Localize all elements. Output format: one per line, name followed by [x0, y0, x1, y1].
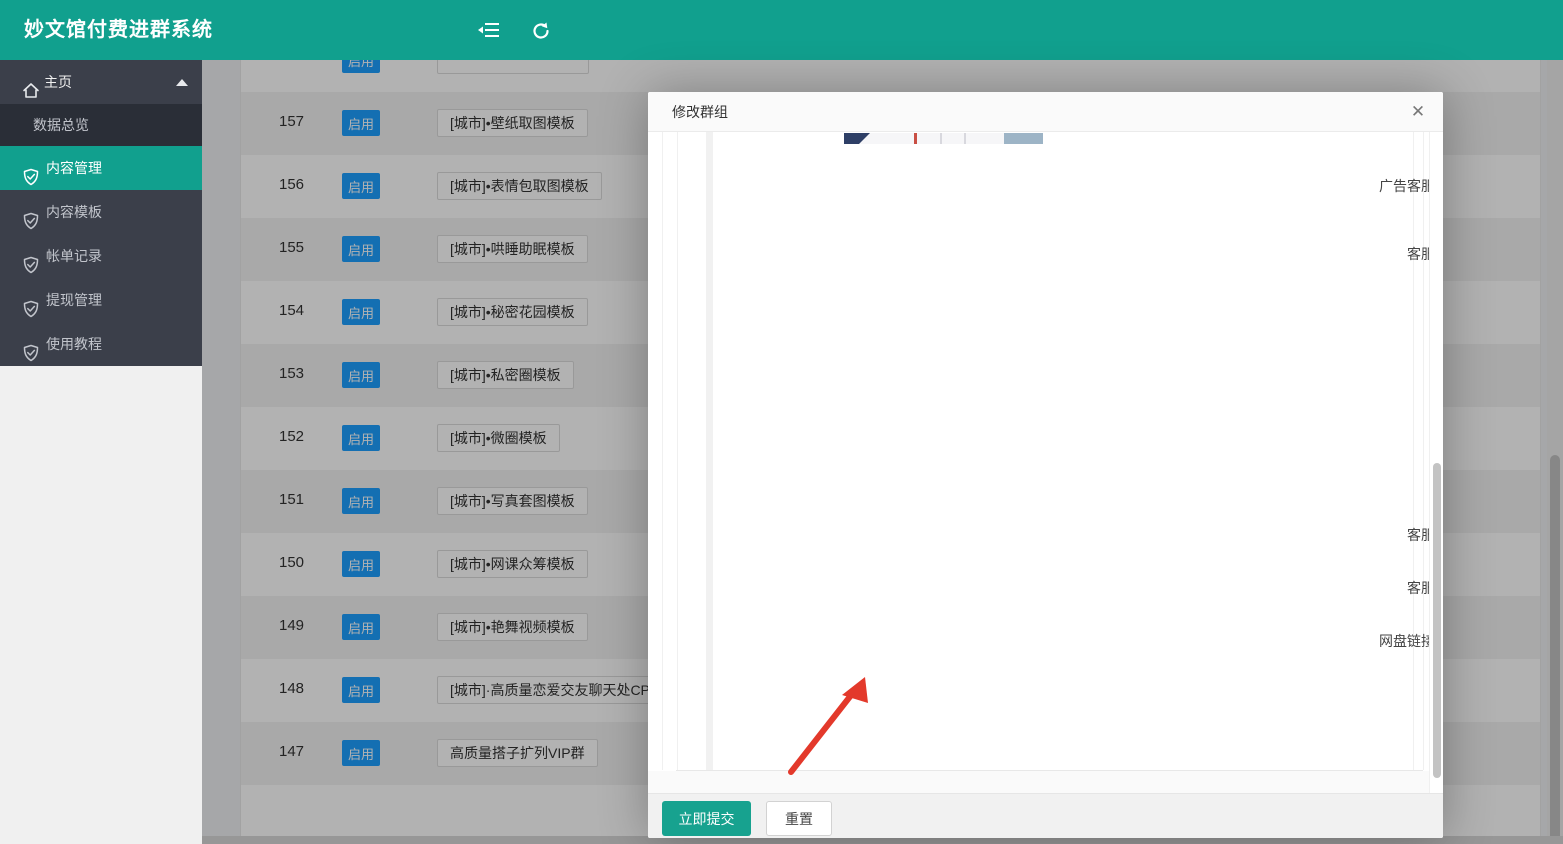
modal-title: 修改群组 [672, 92, 728, 132]
sidebar-item-主页[interactable]: 主页 [0, 60, 202, 104]
inner-panel-footer-gap [648, 771, 1443, 793]
refresh-icon[interactable] [531, 21, 553, 39]
collapse-menu-icon[interactable] [478, 21, 500, 39]
close-icon[interactable]: ✕ [1407, 101, 1429, 123]
modal-scrollbar-thumb[interactable] [1433, 463, 1441, 778]
app-header: 妙文馆付费进群系统 [0, 0, 1563, 60]
sidebar-item-使用教程[interactable]: 使用教程 [0, 322, 202, 366]
sidebar-item-内容管理[interactable]: 内容管理 [0, 146, 202, 190]
reset-button[interactable]: 重置 [766, 801, 832, 836]
shield-check-icon [22, 203, 40, 221]
modal-titlebar: 修改群组 ✕ [648, 92, 1443, 132]
sidebar-item-label: 内容管理 [46, 146, 102, 190]
edit-group-modal: 修改群组 ✕ [648, 92, 1443, 838]
sidebar-item-帐单记录[interactable]: 帐单记录 [0, 234, 202, 278]
inner-panel-gutter-left [706, 132, 713, 770]
shield-check-icon [22, 291, 40, 309]
modal-scrollbar[interactable] [1429, 132, 1443, 793]
sidebar-item-label: 使用教程 [46, 322, 102, 366]
inner-panel-border-right-2 [1423, 132, 1424, 770]
sidebar-item-内容模板[interactable]: 内容模板 [0, 190, 202, 234]
chevron-up-icon [176, 79, 188, 86]
qr-photo-clipped-bottom [844, 132, 1043, 144]
sidebar-menu: 主页数据总览内容管理内容模板帐单记录提现管理使用教程 [0, 60, 202, 366]
sidebar-item-label: 内容模板 [46, 190, 102, 234]
sidebar: 主页数据总览内容管理内容模板帐单记录提现管理使用教程 [0, 60, 202, 844]
shield-check-icon [22, 159, 40, 177]
modal-footer: 立即提交 重置 [648, 793, 1443, 838]
shield-check-icon [22, 247, 40, 265]
inner-panel-border-left-1 [662, 132, 663, 770]
modal-body: 广告客服信息 不显示 显示 客服头像 上传图片 [648, 132, 1443, 793]
app-root: 启用157启用[城市]•壁纸取图模板156启用[城市]•表情包取图模板155启用… [0, 0, 1563, 844]
red-arrow-annotation [768, 657, 888, 787]
sidebar-item-数据总览[interactable]: 数据总览 [0, 104, 202, 146]
sidebar-item-label: 数据总览 [33, 104, 89, 146]
inner-panel-border-right-1 [1413, 132, 1414, 770]
app-title: 妙文馆付费进群系统 [24, 0, 213, 60]
sidebar-item-提现管理[interactable]: 提现管理 [0, 278, 202, 322]
inner-panel-border-left-2 [677, 132, 678, 770]
home-icon [22, 73, 40, 91]
shield-check-icon [22, 335, 40, 353]
sidebar-item-label: 主页 [44, 60, 72, 104]
sidebar-item-label: 提现管理 [46, 278, 102, 322]
submit-button[interactable]: 立即提交 [662, 801, 751, 836]
sidebar-item-label: 帐单记录 [46, 234, 102, 278]
